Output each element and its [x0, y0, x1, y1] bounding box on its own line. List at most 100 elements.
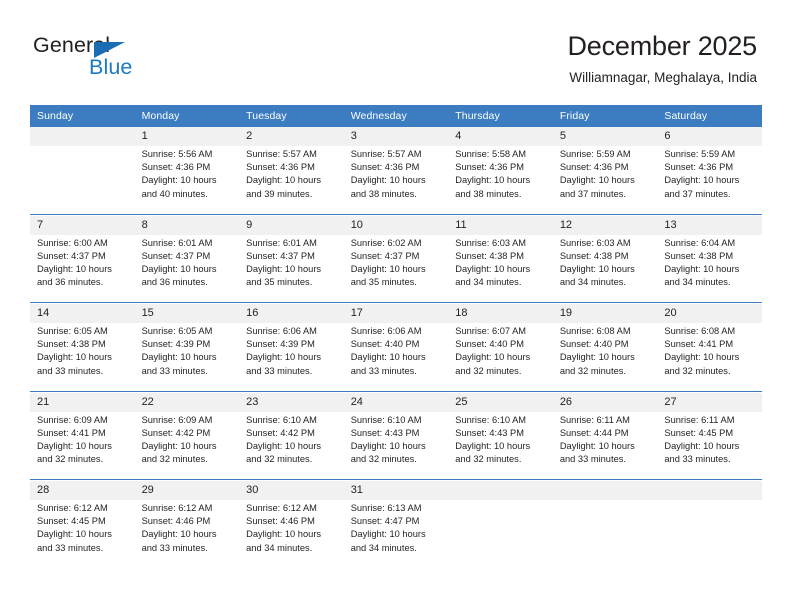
day-cell[interactable]: Sunrise: 5:57 AM Sunset: 4:36 PM Dayligh… [239, 146, 344, 214]
sunrise-text: Sunrise: 6:01 AM [246, 237, 317, 248]
day-number[interactable]: 24 [343, 392, 449, 412]
day-number[interactable]: 2 [239, 127, 344, 146]
day-number[interactable]: 14 [30, 304, 135, 323]
day-cell[interactable]: Sunrise: 6:11 AM Sunset: 4:44 PM Dayligh… [552, 411, 658, 480]
sunrise-text: Sunrise: 6:10 AM [455, 414, 527, 425]
day-cell[interactable]: Sunrise: 6:08 AM Sunset: 4:40 PM Dayligh… [552, 323, 658, 391]
weekday-header-monday: Monday [134, 105, 240, 127]
sunrise-text: Sunrise: 6:02 AM [350, 237, 422, 248]
day-number[interactable]: 21 [30, 392, 135, 412]
daylight-text-cont: and 35 minutes. [246, 277, 313, 288]
daylight-text-cont: and 38 minutes. [350, 188, 417, 199]
day-number[interactable]: 17 [343, 304, 449, 323]
day-number[interactable]: 27 [657, 392, 762, 412]
day-cell[interactable]: Sunrise: 6:02 AM Sunset: 4:37 PM Dayligh… [343, 234, 449, 303]
day-number[interactable]: 3 [343, 127, 449, 146]
day-cell[interactable]: Sunrise: 6:03 AM Sunset: 4:38 PM Dayligh… [552, 234, 658, 303]
day-cell[interactable]: Sunrise: 6:09 AM Sunset: 4:41 PM Dayligh… [30, 411, 135, 480]
sunrise-text: Sunrise: 6:10 AM [246, 414, 317, 425]
day-number[interactable]: 29 [134, 481, 240, 500]
day-number[interactable]: 12 [552, 215, 658, 235]
day-cell[interactable]: Sunrise: 5:58 AM Sunset: 4:36 PM Dayligh… [448, 146, 553, 214]
day-number[interactable]: 1 [134, 127, 240, 146]
sunrise-sunset-calendar-table: Sunday Monday Tuesday Wednesday Thursday… [30, 105, 762, 568]
week-row-daynumbers: 1 2 3 4 5 6 [30, 127, 762, 146]
day-cell[interactable]: Sunrise: 6:12 AM Sunset: 4:46 PM Dayligh… [239, 500, 344, 568]
sunset-text: Sunset: 4:42 PM [246, 427, 315, 438]
day-number[interactable]: 31 [343, 481, 449, 500]
sunrise-text: Sunrise: 6:07 AM [455, 326, 527, 336]
day-cell[interactable]: Sunrise: 6:06 AM Sunset: 4:39 PM Dayligh… [239, 323, 344, 391]
sunrise-text: Sunrise: 6:01 AM [141, 237, 213, 248]
day-number[interactable]: 22 [134, 392, 240, 412]
day-cell[interactable]: Sunrise: 6:12 AM Sunset: 4:46 PM Dayligh… [134, 500, 240, 568]
day-number[interactable]: 25 [448, 392, 553, 412]
day-cell[interactable]: Sunrise: 6:01 AM Sunset: 4:37 PM Dayligh… [239, 234, 344, 303]
daylight-text-cont: and 39 minutes. [246, 188, 313, 199]
sunset-text: Sunset: 4:36 PM [664, 162, 734, 173]
day-cell[interactable]: Sunrise: 6:03 AM Sunset: 4:38 PM Dayligh… [448, 234, 553, 303]
day-cell[interactable] [30, 146, 135, 214]
day-cell[interactable]: Sunrise: 6:05 AM Sunset: 4:39 PM Dayligh… [134, 323, 240, 391]
sunrise-text: Sunrise: 6:06 AM [350, 326, 422, 336]
day-cell[interactable]: Sunrise: 6:10 AM Sunset: 4:42 PM Dayligh… [239, 411, 344, 480]
weekday-header-saturday: Saturday [657, 105, 762, 127]
daylight-text-cont: and 33 minutes. [37, 542, 104, 553]
sunrise-text: Sunrise: 5:56 AM [141, 149, 213, 159]
sunset-text: Sunset: 4:39 PM [246, 339, 315, 350]
day-number[interactable]: 6 [657, 127, 762, 146]
day-number[interactable]: 23 [239, 392, 344, 412]
daylight-text: Daylight: 10 hours [455, 263, 531, 274]
day-cell[interactable]: Sunrise: 6:13 AM Sunset: 4:47 PM Dayligh… [343, 500, 449, 568]
day-cell[interactable]: Sunrise: 5:56 AM Sunset: 4:36 PM Dayligh… [134, 146, 240, 214]
day-number[interactable]: 5 [552, 127, 658, 146]
day-cell[interactable]: Sunrise: 6:05 AM Sunset: 4:38 PM Dayligh… [30, 323, 135, 391]
sunset-text: Sunset: 4:38 PM [455, 250, 524, 261]
day-number[interactable]: 19 [552, 304, 658, 323]
daylight-text: Daylight: 10 hours [664, 263, 740, 274]
day-cell[interactable]: Sunrise: 6:08 AM Sunset: 4:41 PM Dayligh… [657, 323, 762, 391]
daylight-text-cont: and 36 minutes. [141, 277, 208, 288]
day-cell[interactable]: Sunrise: 5:59 AM Sunset: 4:36 PM Dayligh… [657, 146, 762, 214]
day-number[interactable]: 26 [552, 392, 658, 412]
daylight-text-cont: and 34 minutes. [664, 277, 731, 288]
sunset-text: Sunset: 4:36 PM [246, 162, 315, 173]
daylight-text-cont: and 33 minutes. [559, 454, 626, 465]
day-cell[interactable]: Sunrise: 6:10 AM Sunset: 4:43 PM Dayligh… [343, 411, 449, 480]
daylight-text: Daylight: 10 hours [37, 352, 112, 363]
day-number[interactable]: 11 [448, 215, 553, 235]
day-number[interactable]: 4 [448, 127, 553, 146]
day-number[interactable]: 15 [134, 304, 240, 323]
day-number[interactable]: 18 [448, 304, 553, 323]
page-header: General Blue December 2025 Williamnagar,… [0, 0, 792, 100]
day-number[interactable]: 8 [134, 215, 240, 235]
day-cell[interactable]: Sunrise: 5:57 AM Sunset: 4:36 PM Dayligh… [343, 146, 449, 214]
sunrise-text: Sunrise: 6:03 AM [455, 237, 527, 248]
day-cell[interactable]: Sunrise: 6:12 AM Sunset: 4:45 PM Dayligh… [30, 500, 135, 568]
day-cell[interactable]: Sunrise: 6:09 AM Sunset: 4:42 PM Dayligh… [134, 411, 240, 480]
day-number[interactable]: 28 [30, 481, 135, 500]
daylight-text: Daylight: 10 hours [455, 175, 531, 186]
day-number[interactable]: 20 [657, 304, 762, 323]
sunrise-text: Sunrise: 6:11 AM [559, 414, 630, 425]
day-cell[interactable]: Sunrise: 6:07 AM Sunset: 4:40 PM Dayligh… [448, 323, 553, 391]
sunset-text: Sunset: 4:46 PM [141, 516, 211, 527]
day-number[interactable]: 13 [657, 215, 762, 235]
day-cell[interactable]: Sunrise: 6:04 AM Sunset: 4:38 PM Dayligh… [657, 234, 762, 303]
day-number[interactable]: 7 [30, 215, 135, 235]
day-cell[interactable]: Sunrise: 6:00 AM Sunset: 4:37 PM Dayligh… [30, 234, 135, 303]
day-cell[interactable]: Sunrise: 6:11 AM Sunset: 4:45 PM Dayligh… [657, 411, 762, 480]
week-row-details: Sunrise: 6:09 AM Sunset: 4:41 PM Dayligh… [30, 411, 762, 480]
day-number[interactable]: 10 [343, 215, 449, 235]
day-cell[interactable]: Sunrise: 6:10 AM Sunset: 4:43 PM Dayligh… [448, 411, 553, 480]
day-number[interactable]: 9 [239, 215, 344, 235]
day-number[interactable]: 16 [239, 304, 344, 323]
sunrise-text: Sunrise: 6:03 AM [559, 237, 631, 248]
day-cell[interactable]: Sunrise: 5:59 AM Sunset: 4:36 PM Dayligh… [552, 146, 658, 214]
daylight-text: Daylight: 10 hours [246, 529, 322, 540]
day-cell[interactable]: Sunrise: 6:01 AM Sunset: 4:37 PM Dayligh… [134, 234, 240, 303]
day-number[interactable]: 30 [239, 481, 344, 500]
general-blue-logo[interactable]: General Blue [33, 33, 213, 85]
day-number[interactable] [30, 127, 135, 146]
day-cell[interactable]: Sunrise: 6:06 AM Sunset: 4:40 PM Dayligh… [343, 323, 449, 391]
